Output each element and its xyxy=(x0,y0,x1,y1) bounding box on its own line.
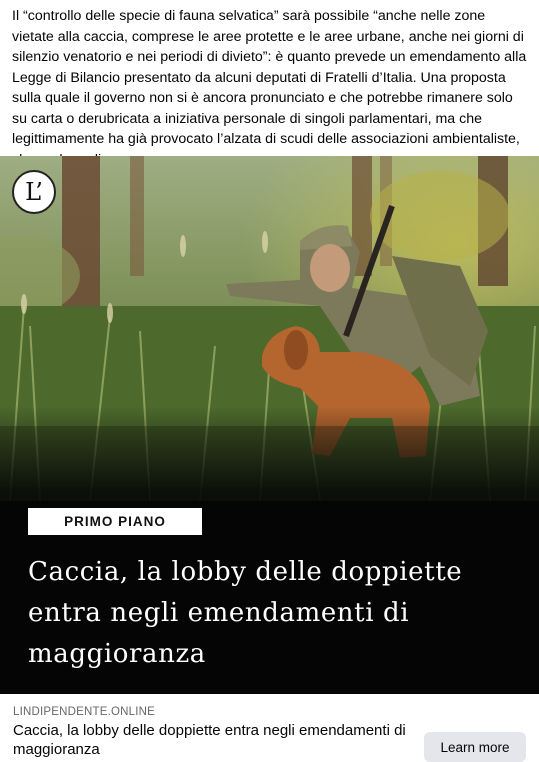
image-headline: Caccia, la lobby delle doppiette entra n… xyxy=(28,557,463,669)
post-body-text: Il “controllo delle specie di fauna selv… xyxy=(12,8,527,168)
learn-more-button[interactable]: Learn more xyxy=(424,732,526,762)
section-badge: PRIMO PIANO xyxy=(28,508,202,535)
lindipendente-logo-icon: L’ xyxy=(12,170,56,214)
link-domain: LINDIPENDENTE.ONLINE xyxy=(13,706,156,718)
link-title[interactable]: Caccia, la lobby delle doppiette entra n… xyxy=(13,721,413,759)
link-preview-footer[interactable]: LINDIPENDENTE.ONLINE Caccia, la lobby de… xyxy=(0,694,539,762)
link-preview-image[interactable]: L’ PRIMO PIANO Caccia, la lobby delle do… xyxy=(0,156,539,694)
